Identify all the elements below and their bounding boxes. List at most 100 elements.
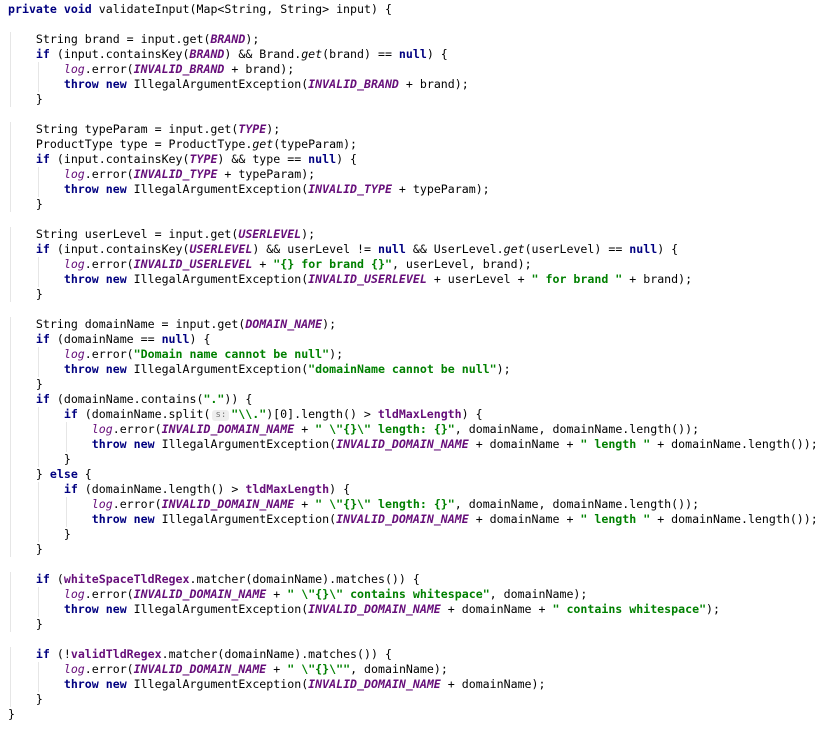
code-line[interactable]: if (!validTldRegex.matcher(domainName).m… — [0, 647, 834, 662]
constant-field: INVALID_DOMAIN_NAME — [336, 512, 469, 526]
code-line[interactable] — [0, 17, 834, 32]
code-line[interactable]: throw new IllegalArgumentException(INVAL… — [0, 77, 834, 92]
code-line[interactable]: log.error("Domain name cannot be null"); — [0, 347, 834, 362]
indent-guide — [66, 437, 67, 452]
code-text: (domainName.length() > — [77, 482, 246, 496]
code-text: + domainName + — [468, 437, 581, 451]
code-text: ) && type == — [217, 152, 309, 166]
code-text: + domainName.length()); — [650, 437, 818, 451]
string-literal: " contains whitespace" — [552, 602, 707, 616]
code-text: .error( — [84, 167, 134, 181]
code-line[interactable]: if (domainName == null) { — [0, 332, 834, 347]
indent-guide — [10, 287, 11, 302]
code-line[interactable]: throw new IllegalArgumentException(INVAL… — [0, 602, 834, 617]
code-line[interactable]: if (whiteSpaceTldRegex.matcher(domainNam… — [0, 572, 834, 587]
code-line[interactable]: log.error(INVALID_TYPE + typeParam); — [0, 167, 834, 182]
indent-guide — [10, 602, 11, 617]
code-line[interactable]: if (domainName.split(s: "\\.")[0].length(… — [0, 407, 834, 422]
indent-guide — [66, 422, 67, 437]
indentation — [8, 32, 36, 46]
code-line[interactable]: ProductType type = ProductType.get(typeP… — [0, 137, 834, 152]
code-line[interactable]: log.error(INVALID_USERLEVEL + "{} for br… — [0, 257, 834, 272]
keyword: if — [35, 332, 50, 346]
code-line[interactable]: String brand = input.get(BRAND); — [0, 32, 834, 47]
indentation — [8, 47, 36, 61]
indent-guide — [10, 152, 11, 167]
code-text: } — [63, 527, 71, 541]
instance-field: validTldRegex — [70, 647, 162, 661]
code-line[interactable]: String typeParam = input.get(TYPE); — [0, 122, 834, 137]
code-line[interactable]: throw new IllegalArgumentException(INVAL… — [0, 677, 834, 692]
code-line[interactable]: } — [0, 707, 834, 722]
keyword: if — [35, 47, 50, 61]
code-line[interactable]: throw new IllegalArgumentException(INVAL… — [0, 272, 834, 287]
code-line[interactable]: log.error(INVALID_BRAND + brand); — [0, 62, 834, 77]
indentation — [8, 197, 36, 211]
code-line[interactable]: } — [0, 617, 834, 632]
code-line[interactable]: } — [0, 692, 834, 707]
static-field: log — [91, 422, 113, 436]
code-text: String brand = input.get( — [35, 32, 211, 46]
code-line[interactable]: throw new IllegalArgumentException("doma… — [0, 362, 834, 377]
code-line[interactable] — [0, 107, 834, 122]
code-line[interactable]: private void validateInput(Map<String, S… — [0, 2, 834, 17]
indent-guide — [10, 182, 11, 197]
indent-guide — [10, 452, 11, 467]
keyword: null — [398, 47, 427, 61]
code-line[interactable]: throw new IllegalArgumentException(INVAL… — [0, 437, 834, 452]
code-text: ProductType type = ProductType. — [35, 137, 253, 151]
code-line[interactable]: log.error(INVALID_DOMAIN_NAME + " \"{}\"… — [0, 662, 834, 677]
code-line[interactable] — [0, 212, 834, 227]
code-line[interactable] — [0, 557, 834, 572]
code-text: IllegalArgumentException( — [126, 77, 309, 91]
code-text: )) { — [224, 392, 253, 406]
code-text: + domainName); — [440, 677, 546, 691]
code-text: (domainName == — [49, 332, 162, 346]
code-line[interactable] — [0, 302, 834, 317]
indent-guide — [38, 587, 39, 602]
code-text: validateInput(Map<String, String> input)… — [91, 2, 392, 16]
code-line[interactable]: throw new IllegalArgumentException(INVAL… — [0, 182, 834, 197]
code-line[interactable]: log.error(INVALID_DOMAIN_NAME + " \"{}\"… — [0, 422, 834, 437]
static-method: get — [503, 242, 525, 256]
code-line[interactable]: if (input.containsKey(TYPE) && type == n… — [0, 152, 834, 167]
code-line[interactable]: String userLevel = input.get(USERLEVEL); — [0, 227, 834, 242]
code-line[interactable]: String domainName = input.get(DOMAIN_NAM… — [0, 317, 834, 332]
indent-guide — [10, 47, 11, 62]
indent-guide — [38, 407, 39, 422]
code-text: , domainName); — [489, 587, 588, 601]
code-line[interactable]: } — [0, 377, 834, 392]
indentation — [8, 452, 64, 466]
code-line[interactable]: throw new IllegalArgumentException(INVAL… — [0, 512, 834, 527]
indentation — [8, 122, 36, 136]
code-line[interactable]: if (input.containsKey(USERLEVEL) && user… — [0, 242, 834, 257]
code-line[interactable]: } — [0, 452, 834, 467]
code-text: } — [35, 377, 43, 391]
code-line[interactable]: } — [0, 542, 834, 557]
code-line[interactable]: } else { — [0, 467, 834, 482]
code-line[interactable]: } — [0, 197, 834, 212]
string-literal: "." — [203, 392, 225, 406]
code-line[interactable]: log.error(INVALID_DOMAIN_NAME + " \"{}\"… — [0, 497, 834, 512]
code-line[interactable]: log.error(INVALID_DOMAIN_NAME + " \"{}\"… — [0, 587, 834, 602]
code-line[interactable]: } — [0, 92, 834, 107]
code-text: { — [77, 467, 92, 481]
code-text: } — [35, 197, 43, 211]
constant-field: INVALID_DOMAIN_NAME — [161, 497, 295, 511]
code-text: IllegalArgumentException( — [126, 272, 309, 286]
code-text: } — [35, 92, 43, 106]
string-literal: " \"{}\" length: {}" — [315, 497, 455, 511]
code-line[interactable]: if (input.containsKey(BRAND) && Brand.ge… — [0, 47, 834, 62]
indent-guide — [38, 662, 39, 677]
code-line[interactable]: } — [0, 527, 834, 542]
code-editor[interactable]: private void validateInput(Map<String, S… — [0, 0, 834, 733]
code-line[interactable] — [0, 632, 834, 647]
indent-guide — [10, 437, 11, 452]
indent-guide — [10, 242, 11, 257]
string-literal: "\\." — [231, 407, 267, 421]
code-line[interactable]: } — [0, 287, 834, 302]
code-line[interactable]: if (domainName.contains(".")) { — [0, 392, 834, 407]
code-line[interactable]: if (domainName.length() > tldMaxLength) … — [0, 482, 834, 497]
keyword: new — [105, 182, 127, 196]
